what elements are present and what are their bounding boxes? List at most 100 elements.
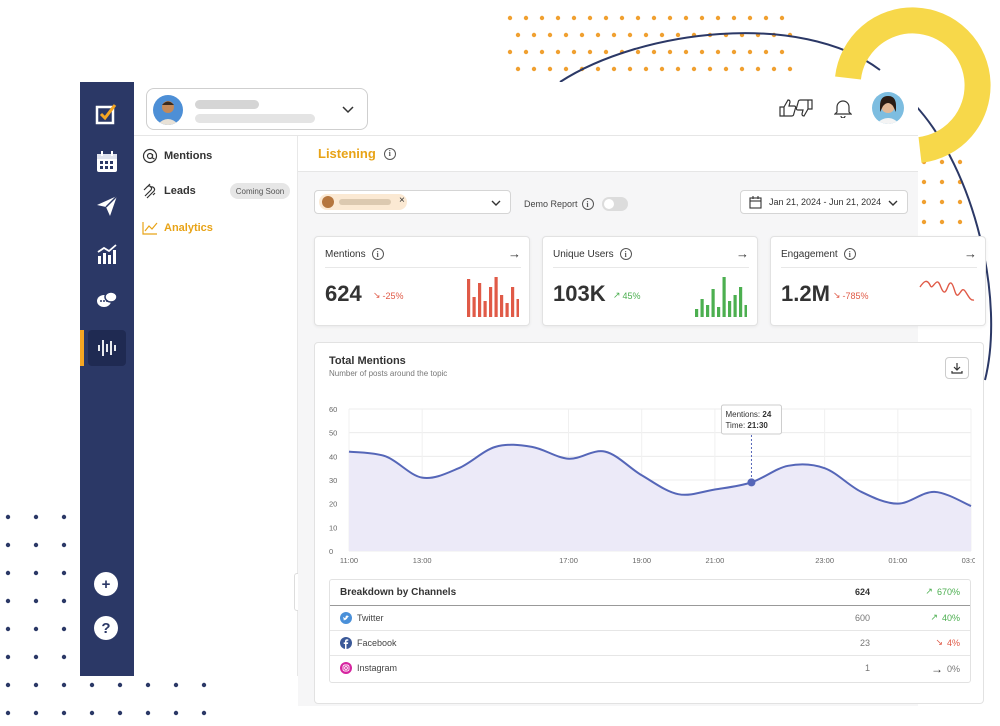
info-icon[interactable]: i — [383, 147, 396, 160]
kpi-value: 103K — [553, 281, 606, 306]
listening-subnav: Mentions Leads Coming Soon Analytics — [134, 136, 298, 676]
spark-bar — [511, 287, 515, 317]
arrow-right-icon: → — [930, 662, 943, 676]
spark-bar — [728, 301, 732, 317]
spark-bar — [733, 295, 737, 317]
y-tick-label: 30 — [329, 476, 337, 485]
info-icon[interactable]: i — [619, 248, 632, 260]
kpi-label: Unique Users — [553, 248, 614, 260]
kpi-card-engagement[interactable]: Engagement i → 1.2M ↘ -785% — [770, 236, 986, 326]
subnav-item-analytics[interactable]: Analytics — [142, 217, 213, 239]
x-tick-label: 17:00 — [559, 556, 578, 565]
subnav-label: Mentions — [164, 150, 213, 162]
spark-bar — [744, 305, 747, 317]
spark-bar — [739, 287, 743, 317]
demo-report-control: Demo Report i — [524, 197, 628, 211]
chevron-down-icon — [888, 200, 898, 206]
x-tick-label: 13:00 — [413, 556, 432, 565]
spark-bar — [472, 297, 476, 317]
kpi-card-unique-users[interactable]: Unique Users i → 103K ↗ 45% — [542, 236, 758, 326]
breakdown-total: 624 — [854, 587, 870, 597]
x-tick-label: 19:00 — [632, 556, 651, 565]
y-tick-label: 20 — [329, 500, 337, 509]
remove-topic-icon[interactable]: × — [399, 195, 405, 206]
kpi-change: ↗ 45% — [613, 290, 641, 301]
top-header — [134, 82, 918, 136]
x-tick-label: 01:00 — [888, 556, 907, 565]
subnav-item-leads[interactable]: Leads — [142, 180, 196, 202]
help-icon[interactable]: ? — [94, 616, 118, 640]
page-header: Listening i — [298, 136, 918, 172]
channel-change: ↗ 40% — [930, 612, 960, 623]
users-sparkbars — [695, 277, 747, 317]
y-tick-label: 10 — [329, 523, 337, 532]
spark-bar — [500, 295, 504, 317]
breakdown-total-change: ↗ 670% — [925, 586, 960, 597]
demo-report-label: Demo Report — [524, 199, 578, 209]
download-button[interactable] — [945, 357, 969, 379]
account-avatar — [153, 95, 183, 125]
spark-bar — [700, 299, 704, 317]
breakdown-header: Breakdown by Channels 624 ↗ 670% — [330, 580, 970, 606]
info-icon[interactable]: i — [581, 198, 594, 210]
kpi-label: Engagement — [781, 248, 838, 260]
calendar-icon — [749, 196, 762, 209]
spark-bar — [722, 277, 726, 317]
table-row[interactable]: Twitter 600 ↗ 40% — [330, 606, 970, 631]
info-icon[interactable]: i — [843, 248, 856, 260]
trend-down-icon: ↘ — [833, 290, 841, 300]
channel-name: Twitter — [357, 613, 384, 623]
bell-icon[interactable] — [834, 98, 852, 118]
card-title: Total Mentions — [329, 355, 406, 367]
subnav-item-mentions[interactable]: Mentions — [142, 145, 212, 167]
tooltip-mentions: Mentions: 24 — [725, 410, 771, 419]
spark-bar — [478, 283, 482, 317]
twitter-icon — [340, 612, 352, 624]
spark-bar — [516, 299, 519, 317]
trend-down-icon: ↘ — [373, 290, 381, 300]
mentions-sparkbars — [467, 277, 519, 317]
download-icon — [951, 363, 963, 374]
spark-bar — [483, 301, 487, 317]
chat-icon[interactable] — [88, 282, 126, 318]
analytics-bars-icon[interactable] — [88, 236, 126, 272]
arrow-right-icon[interactable]: → — [508, 246, 521, 261]
calendar-icon[interactable] — [88, 144, 126, 180]
send-icon[interactable] — [88, 188, 126, 224]
tooltip-time: Time: 21:30 — [725, 421, 768, 430]
kpi-card-mentions[interactable]: Mentions i → 624 ↘ -25% — [314, 236, 530, 326]
table-row[interactable]: Instagram 1 → 0% — [330, 656, 970, 681]
logo-checkbox-icon[interactable] — [88, 96, 126, 132]
topic-name-placeholder — [339, 199, 391, 205]
date-range-text: Jan 21, 2024 - Jun 21, 2024 — [769, 197, 882, 207]
arrow-right-icon[interactable]: → — [736, 246, 749, 261]
main-content: Listening i × Demo Report i Jan 21, 2024… — [298, 136, 986, 706]
topic-chip: × — [319, 194, 407, 210]
table-row[interactable]: Facebook 23 ↘ 4% — [330, 631, 970, 656]
trend-up-icon: ↗ — [930, 612, 938, 622]
topic-select[interactable]: × — [314, 190, 511, 214]
total-mentions-card: Total Mentions Number of posts around th… — [314, 342, 984, 704]
coming-soon-badge: Coming Soon — [230, 183, 290, 199]
channel-change: → 0% — [930, 662, 960, 676]
instagram-icon — [340, 662, 352, 674]
account-selector[interactable] — [146, 88, 368, 130]
user-avatar[interactable] — [872, 92, 904, 124]
add-icon[interactable]: + — [94, 572, 118, 596]
thumbs-up-down-icon[interactable] — [778, 98, 814, 118]
info-icon[interactable]: i — [371, 248, 384, 260]
kpi-value: 1.2M — [781, 281, 830, 306]
date-range-picker[interactable]: Jan 21, 2024 - Jun 21, 2024 — [740, 190, 908, 214]
x-tick-label: 21:00 — [705, 556, 724, 565]
spark-bar — [505, 303, 509, 317]
magnet-icon — [143, 183, 156, 199]
spark-bar — [711, 289, 715, 317]
kpi-label: Mentions — [325, 248, 366, 260]
listening-waveform-icon[interactable] — [88, 330, 126, 366]
subnav-label: Leads — [164, 185, 196, 197]
x-tick-label: 11:00 — [340, 556, 358, 565]
spark-bar — [695, 309, 699, 317]
arrow-right-icon[interactable]: → — [964, 246, 977, 261]
demo-report-toggle[interactable] — [601, 197, 628, 211]
spark-bar — [494, 277, 498, 317]
